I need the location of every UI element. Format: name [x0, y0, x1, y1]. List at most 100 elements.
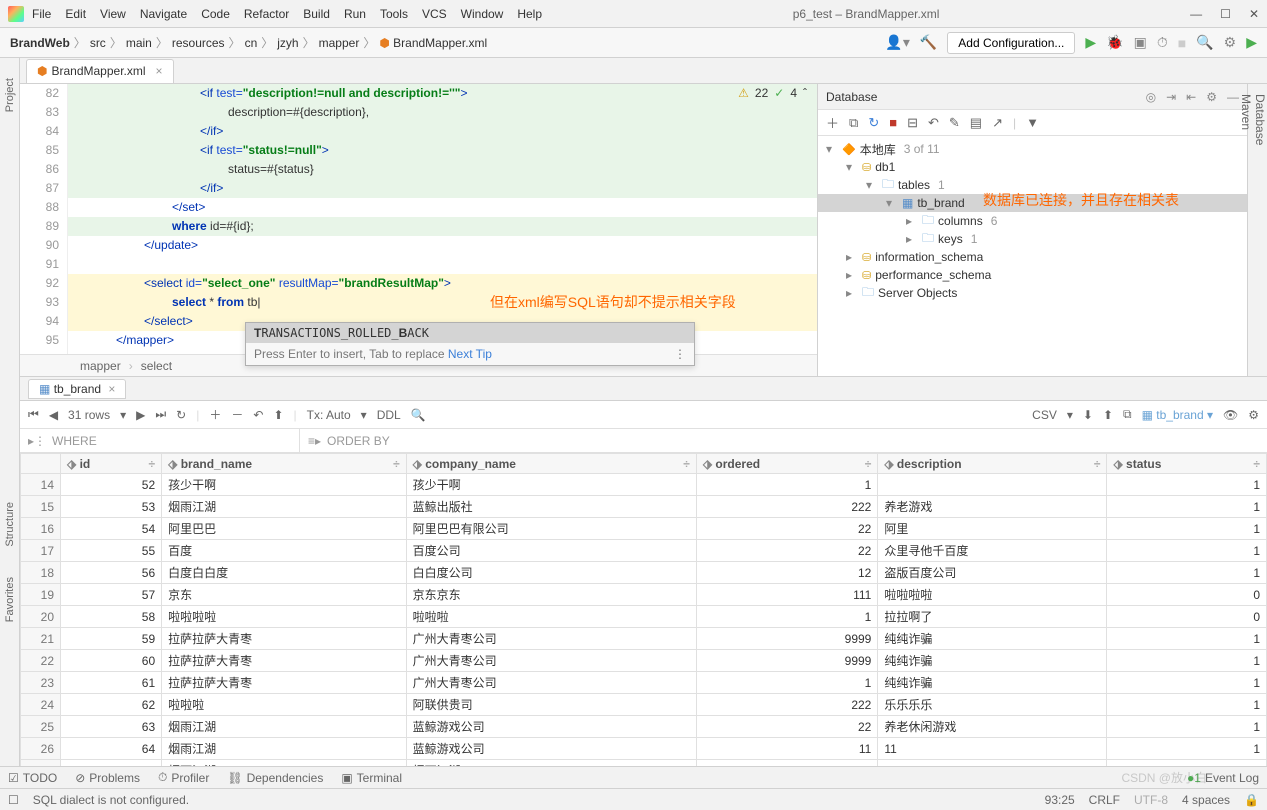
table-row[interactable]: 1755百度百度公司22众里寻他千百度1: [21, 540, 1267, 562]
table-row[interactable]: 1957京东京东京东111啦啦啦啦0: [21, 584, 1267, 606]
copy-icon[interactable]: ⧉: [1123, 407, 1132, 422]
menu-help[interactable]: Help: [517, 7, 542, 21]
menu-view[interactable]: View: [100, 7, 126, 21]
commit-icon[interactable]: ⬆: [273, 408, 283, 422]
menu-build[interactable]: Build: [303, 7, 330, 21]
todo-tab[interactable]: ☑ TODO: [8, 771, 57, 785]
view-icon[interactable]: 👁: [1223, 408, 1238, 422]
run-icon[interactable]: ▶: [1085, 34, 1096, 51]
profiler-tab[interactable]: ⏱ Profiler: [158, 770, 209, 785]
db-settings-icon[interactable]: ⚙: [1206, 90, 1217, 104]
last-page-icon[interactable]: ⏭: [155, 407, 166, 422]
console-icon[interactable]: ✎: [949, 115, 960, 131]
menu-navigate[interactable]: Navigate: [140, 7, 187, 21]
table-row[interactable]: 2058啦啦啦啦啦啦啦1拉拉啊了0: [21, 606, 1267, 628]
first-page-icon[interactable]: ⏮: [28, 407, 39, 422]
remove-row-icon[interactable]: －: [231, 406, 243, 423]
menu-run[interactable]: Run: [344, 7, 366, 21]
export-format[interactable]: CSV: [1032, 408, 1057, 422]
table-row[interactable]: 1856白度白白度白白度公司12盗版百度公司1: [21, 562, 1267, 584]
autocomplete-item[interactable]: TRANSACTIONS_ROLLED_BACK: [246, 323, 694, 343]
filter-icon[interactable]: ▸⋮: [28, 434, 46, 448]
minimize-icon[interactable]: ―: [1190, 7, 1202, 21]
col-ordered[interactable]: ⬗ ordered ÷: [696, 454, 877, 474]
filter-icon[interactable]: ▼: [1026, 115, 1039, 130]
menu-refactor[interactable]: Refactor: [244, 7, 289, 21]
table-row[interactable]: 2361拉萨拉萨大青枣广州大青枣公司1纯纯诈骗1: [21, 672, 1267, 694]
autocomplete-popup[interactable]: TRANSACTIONS_ROLLED_BACK Press Enter to …: [245, 322, 695, 366]
reload-icon[interactable]: ↻: [176, 408, 186, 422]
menu-file[interactable]: File: [32, 7, 51, 21]
favorites-tool[interactable]: Favorites: [4, 577, 16, 622]
build-icon[interactable]: 🔨: [920, 34, 937, 51]
download-icon[interactable]: ⬇: [1083, 408, 1093, 422]
more-icon[interactable]: ⋮: [674, 347, 686, 361]
problems-tab[interactable]: ⊘ Problems: [75, 771, 140, 785]
tx-mode[interactable]: Tx: Auto: [307, 408, 351, 422]
table-row[interactable]: 2462啦啦啦阿联供贵司222乐乐乐乐1: [21, 694, 1267, 716]
profile-icon[interactable]: ⏱: [1157, 34, 1168, 51]
coverage-icon[interactable]: ▣: [1134, 34, 1147, 51]
code-area[interactable]: ⚠22 ✓4 ˆ <if test="description!=null and…: [68, 84, 817, 354]
col-company_name[interactable]: ⬗ company_name ÷: [406, 454, 696, 474]
sort-icon[interactable]: ≡▸: [308, 434, 321, 448]
orderby-label[interactable]: ORDER BY: [327, 434, 390, 448]
add-row-icon[interactable]: ＋: [209, 406, 221, 423]
dependencies-tab[interactable]: ⛓ Dependencies: [227, 771, 323, 785]
data-table[interactable]: ⬗ id ÷⬗ brand_name ÷⬗ company_name ÷⬗ or…: [20, 453, 1267, 766]
project-tool[interactable]: Project: [4, 78, 16, 112]
table-row[interactable]: 2563烟雨江湖蓝鲸游戏公司22养老休闲游戏1: [21, 716, 1267, 738]
maven-tool[interactable]: Maven: [1239, 94, 1253, 130]
menu-vcs[interactable]: VCS: [422, 7, 447, 21]
gear-icon[interactable]: ⚙: [1248, 408, 1259, 422]
table-row[interactable]: 1553烟雨江湖蓝鲸出版社222养老游戏1: [21, 496, 1267, 518]
menu-code[interactable]: Code: [201, 7, 230, 21]
ddl-button[interactable]: DDL: [377, 408, 401, 422]
add-configuration-button[interactable]: Add Configuration...: [947, 32, 1075, 54]
encoding[interactable]: UTF-8: [1134, 793, 1168, 807]
inspections-widget[interactable]: ⚠22 ✓4 ˆ: [738, 86, 807, 100]
rollback-icon[interactable]: ↶: [928, 115, 939, 131]
db-hide-icon[interactable]: ―: [1227, 90, 1239, 104]
duplicate-icon[interactable]: ⧉: [849, 115, 858, 131]
refresh-icon[interactable]: ↻: [868, 115, 879, 131]
maximize-icon[interactable]: ☐: [1220, 7, 1231, 21]
search-icon[interactable]: 🔍: [411, 408, 426, 422]
tx-icon[interactable]: ⊟: [907, 115, 918, 131]
datagrid-tab[interactable]: ▦ tb_brand ×: [28, 379, 126, 399]
col-description[interactable]: ⬗ description ÷: [878, 454, 1107, 474]
table-row[interactable]: 2260拉萨拉萨大青枣广州大青枣公司9999纯纯诈骗1: [21, 650, 1267, 672]
col-id[interactable]: ⬗ id ÷: [61, 454, 162, 474]
database-tool[interactable]: Database: [1253, 94, 1267, 356]
user-icon[interactable]: 👤▾: [885, 34, 909, 51]
col-status[interactable]: ⬗ status ÷: [1107, 454, 1267, 474]
settings-icon[interactable]: ⚙: [1224, 34, 1237, 51]
caret-position[interactable]: 93:25: [1045, 793, 1075, 807]
structure-tool[interactable]: Structure: [4, 502, 16, 547]
table-row[interactable]: 2664烟雨江湖蓝鲸游戏公司11111: [21, 738, 1267, 760]
close-tab-icon[interactable]: ×: [156, 64, 163, 78]
col-brand_name[interactable]: ⬗ brand_name ÷: [162, 454, 407, 474]
table-row[interactable]: 2159拉萨拉萨大青枣广州大青枣公司9999纯纯诈骗1: [21, 628, 1267, 650]
lock-icon[interactable]: 🔒: [1244, 793, 1259, 807]
where-label[interactable]: WHERE: [52, 434, 97, 448]
stop-icon[interactable]: ■: [889, 115, 897, 130]
debug-icon[interactable]: 🐞: [1106, 34, 1123, 51]
indent[interactable]: 4 spaces: [1182, 793, 1230, 807]
close-icon[interactable]: ✕: [1249, 7, 1259, 21]
next-page-icon[interactable]: ▶: [136, 408, 145, 422]
db-collapse-icon[interactable]: ⇤: [1186, 90, 1196, 104]
search-icon[interactable]: 🔍: [1196, 34, 1213, 51]
add-datasource-icon[interactable]: ＋: [826, 113, 839, 132]
status-icon[interactable]: ☐: [8, 793, 19, 807]
next-tip-link[interactable]: Next Tip: [448, 347, 492, 361]
menu-edit[interactable]: Edit: [65, 7, 86, 21]
intellij-icon[interactable]: ▶: [1246, 34, 1257, 51]
revert-icon[interactable]: ↶: [253, 408, 263, 422]
editor-tab[interactable]: ⬢ BrandMapper.xml ×: [26, 59, 174, 83]
prev-page-icon[interactable]: ◀: [49, 408, 58, 422]
menu-window[interactable]: Window: [461, 7, 504, 21]
db-expand-icon[interactable]: ⇥: [1166, 90, 1176, 104]
table-row[interactable]: 1452孩少干啊孩少干啊11: [21, 474, 1267, 496]
menu-tools[interactable]: Tools: [380, 7, 408, 21]
